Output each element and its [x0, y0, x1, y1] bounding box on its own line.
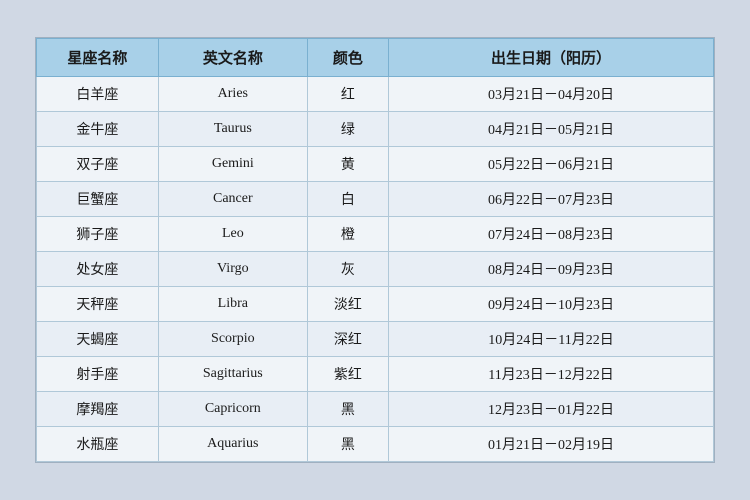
cell-date: 12月23日－01月22日 — [389, 392, 714, 427]
table-row: 天秤座Libra淡红09月24日－10月23日 — [37, 287, 714, 322]
table-header-row: 星座名称 英文名称 颜色 出生日期（阳历） — [37, 39, 714, 77]
cell-date: 08月24日－09月23日 — [389, 252, 714, 287]
table-row: 狮子座Leo橙07月24日－08月23日 — [37, 217, 714, 252]
cell-en-name: Gemini — [158, 147, 307, 182]
cell-color: 白 — [307, 182, 388, 217]
cell-color: 黑 — [307, 392, 388, 427]
table-row: 水瓶座Aquarius黑01月21日－02月19日 — [37, 427, 714, 462]
cell-date: 06月22日－07月23日 — [389, 182, 714, 217]
cell-zh-name: 狮子座 — [37, 217, 159, 252]
header-date: 出生日期（阳历） — [389, 39, 714, 77]
cell-zh-name: 天蝎座 — [37, 322, 159, 357]
cell-en-name: Taurus — [158, 112, 307, 147]
cell-en-name: Aries — [158, 77, 307, 112]
cell-zh-name: 金牛座 — [37, 112, 159, 147]
cell-zh-name: 水瓶座 — [37, 427, 159, 462]
table-row: 双子座Gemini黄05月22日－06月21日 — [37, 147, 714, 182]
cell-zh-name: 巨蟹座 — [37, 182, 159, 217]
cell-color: 红 — [307, 77, 388, 112]
header-zh-name: 星座名称 — [37, 39, 159, 77]
table-row: 天蝎座Scorpio深红10月24日－11月22日 — [37, 322, 714, 357]
table-body: 白羊座Aries红03月21日－04月20日金牛座Taurus绿04月21日－0… — [37, 77, 714, 462]
header-en-name: 英文名称 — [158, 39, 307, 77]
cell-color: 紫红 — [307, 357, 388, 392]
cell-zh-name: 处女座 — [37, 252, 159, 287]
cell-color: 绿 — [307, 112, 388, 147]
cell-en-name: Scorpio — [158, 322, 307, 357]
cell-date: 07月24日－08月23日 — [389, 217, 714, 252]
cell-zh-name: 白羊座 — [37, 77, 159, 112]
cell-color: 橙 — [307, 217, 388, 252]
table-row: 白羊座Aries红03月21日－04月20日 — [37, 77, 714, 112]
table-row: 摩羯座Capricorn黑12月23日－01月22日 — [37, 392, 714, 427]
zodiac-table-container: 星座名称 英文名称 颜色 出生日期（阳历） 白羊座Aries红03月21日－04… — [35, 37, 715, 463]
table-row: 处女座Virgo灰08月24日－09月23日 — [37, 252, 714, 287]
cell-zh-name: 摩羯座 — [37, 392, 159, 427]
cell-color: 黑 — [307, 427, 388, 462]
cell-zh-name: 射手座 — [37, 357, 159, 392]
cell-date: 05月22日－06月21日 — [389, 147, 714, 182]
cell-color: 黄 — [307, 147, 388, 182]
table-row: 金牛座Taurus绿04月21日－05月21日 — [37, 112, 714, 147]
cell-zh-name: 天秤座 — [37, 287, 159, 322]
cell-zh-name: 双子座 — [37, 147, 159, 182]
cell-en-name: Capricorn — [158, 392, 307, 427]
cell-date: 11月23日－12月22日 — [389, 357, 714, 392]
cell-en-name: Cancer — [158, 182, 307, 217]
cell-date: 01月21日－02月19日 — [389, 427, 714, 462]
table-row: 巨蟹座Cancer白06月22日－07月23日 — [37, 182, 714, 217]
cell-en-name: Virgo — [158, 252, 307, 287]
cell-en-name: Sagittarius — [158, 357, 307, 392]
cell-date: 09月24日－10月23日 — [389, 287, 714, 322]
cell-en-name: Libra — [158, 287, 307, 322]
zodiac-table: 星座名称 英文名称 颜色 出生日期（阳历） 白羊座Aries红03月21日－04… — [36, 38, 714, 462]
cell-date: 10月24日－11月22日 — [389, 322, 714, 357]
cell-color: 深红 — [307, 322, 388, 357]
cell-date: 03月21日－04月20日 — [389, 77, 714, 112]
cell-en-name: Aquarius — [158, 427, 307, 462]
cell-date: 04月21日－05月21日 — [389, 112, 714, 147]
cell-color: 淡红 — [307, 287, 388, 322]
header-color: 颜色 — [307, 39, 388, 77]
table-row: 射手座Sagittarius紫红11月23日－12月22日 — [37, 357, 714, 392]
cell-color: 灰 — [307, 252, 388, 287]
cell-en-name: Leo — [158, 217, 307, 252]
